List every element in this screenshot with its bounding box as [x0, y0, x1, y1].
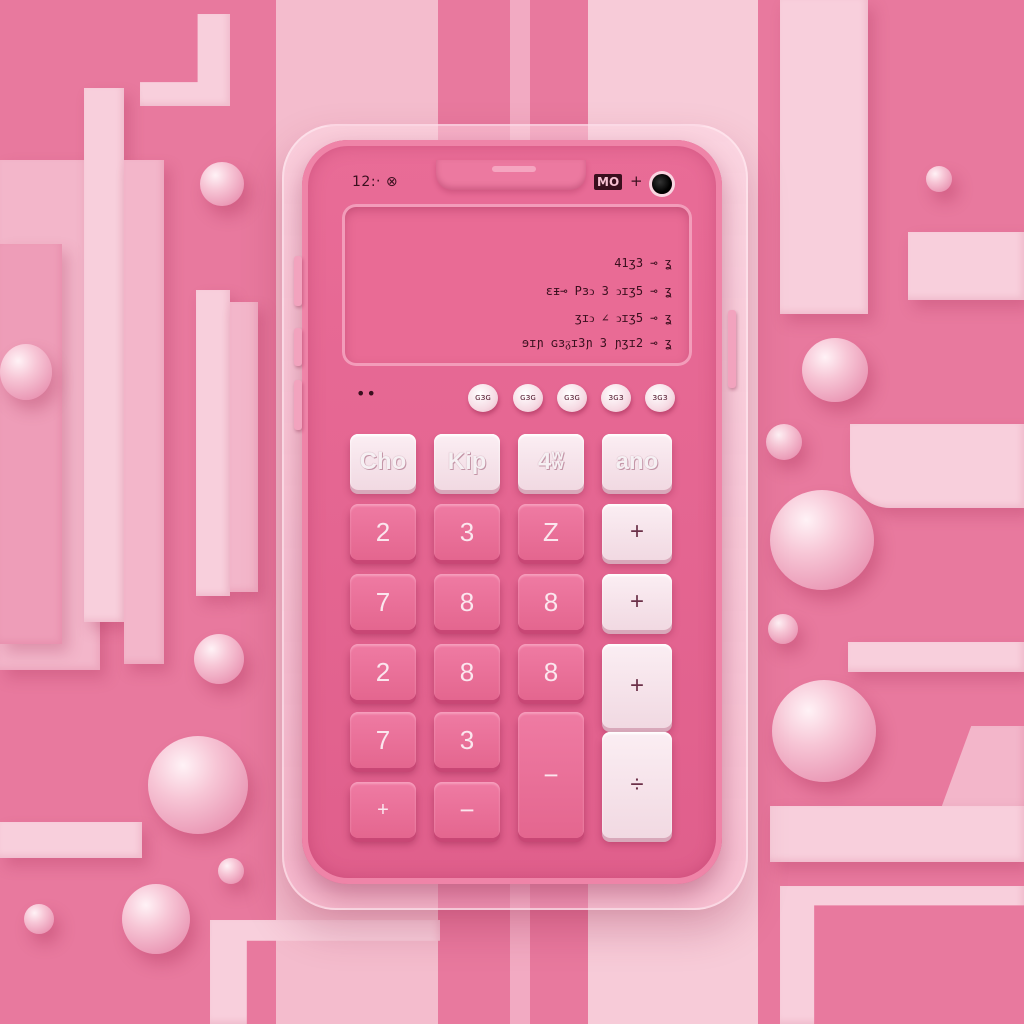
indicator-dots: ••	[356, 384, 377, 403]
mini-button-2[interactable]: ɢɜɢ	[513, 384, 543, 412]
key-3[interactable]: 3	[434, 504, 500, 560]
key-fn-4[interactable]: ano	[602, 434, 672, 490]
display-line-2: ɛᵻ⊸ Pɜↄ 3 ↄɪʒ5 ⊸ ʓ	[545, 284, 672, 298]
display-line-1: 41ʒ3 ⊸ ʓ	[614, 256, 672, 270]
key-fn-3[interactable]: 4ʬ	[518, 434, 584, 490]
mini-button-1[interactable]: ɢɜɢ	[468, 384, 498, 412]
display-line-3: ʒɪↄ ∠ ↄɪʒ5 ⊸ ʓ	[574, 311, 672, 325]
key-fn-2[interactable]: Kip	[434, 434, 500, 490]
speaker-slot	[492, 166, 536, 172]
key-8d[interactable]: 8	[518, 644, 584, 700]
key-divide-tall[interactable]: ÷	[602, 732, 672, 838]
key-7[interactable]: 7	[350, 574, 416, 630]
key-plus-tall[interactable]: +	[602, 644, 672, 728]
mini-button-3[interactable]: ɢɜɢ	[557, 384, 587, 412]
side-button-2[interactable]	[294, 328, 302, 366]
mini-button-5[interactable]: ɜɢɜ	[645, 384, 675, 412]
key-plus-small[interactable]: +	[350, 782, 416, 838]
side-button-3[interactable]	[294, 380, 302, 430]
key-3b[interactable]: 3	[434, 712, 500, 768]
key-plus-1[interactable]: +	[602, 504, 672, 560]
key-2[interactable]: 2	[350, 504, 416, 560]
status-time: 12:‧ ⊗	[352, 174, 399, 190]
key-8b[interactable]: 8	[518, 574, 584, 630]
key-8[interactable]: 8	[434, 574, 500, 630]
side-button-1[interactable]	[294, 256, 302, 306]
display-line-4: ɘɪɲ ɢɜᵹɪ3ɲ 3 ɲʒɪ2 ⊸ ʓ	[521, 336, 672, 350]
key-plus-2[interactable]: +	[602, 574, 672, 630]
status-plus-icon: +	[630, 172, 643, 190]
side-button-right[interactable]	[728, 310, 736, 388]
camera-icon	[652, 174, 672, 194]
key-2b[interactable]: 2	[350, 644, 416, 700]
mini-button-4[interactable]: ɜɢɜ	[601, 384, 631, 412]
notch	[436, 160, 586, 190]
key-z[interactable]: Z	[518, 504, 584, 560]
status-badge: MO	[594, 174, 623, 190]
key-minus-small[interactable]: −	[434, 782, 500, 838]
key-fn-1[interactable]: Cho	[350, 434, 416, 490]
key-8c[interactable]: 8	[434, 644, 500, 700]
key-7b[interactable]: 7	[350, 712, 416, 768]
key-minus-tall[interactable]: −	[518, 712, 584, 838]
